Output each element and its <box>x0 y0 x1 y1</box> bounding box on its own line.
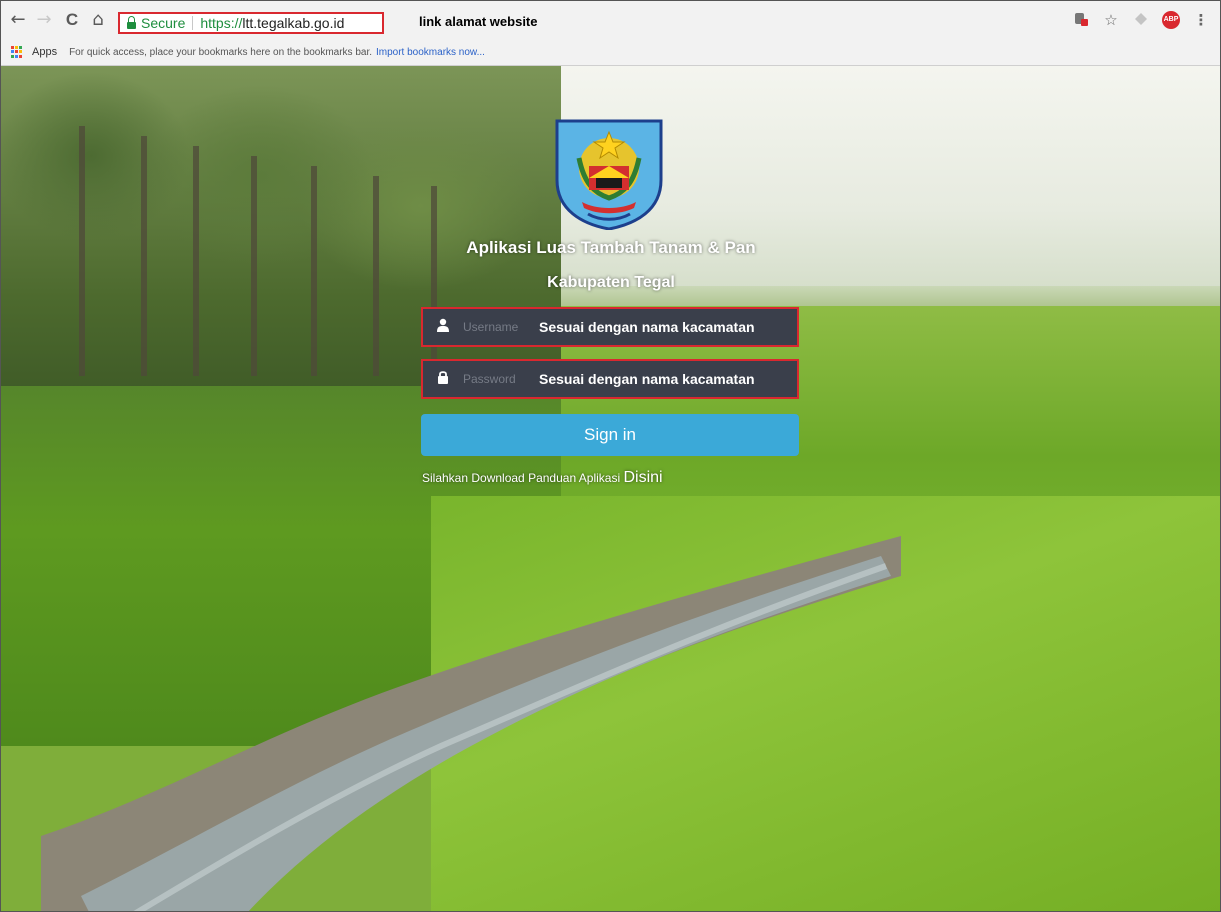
username-placeholder: Username <box>463 320 519 334</box>
page-content: Aplikasi Luas Tambah Tanam & Pan Kabupat… <box>1 66 1220 911</box>
kabupaten-tegal-logo <box>555 119 663 230</box>
toolbar-right-icons: ☆ ABP ⋮ <box>1072 11 1210 29</box>
background-tree-trunk <box>373 176 379 376</box>
url-protocol: https:// <box>200 15 243 31</box>
app-subtitle: Kabupaten Tegal <box>547 274 675 291</box>
apps-label[interactable]: Apps <box>32 46 57 58</box>
address-bar[interactable]: Secure https://ltt.tegalkab.go.id <box>118 12 384 34</box>
background-tree-trunk <box>193 146 199 376</box>
adblock-icon[interactable]: ABP <box>1162 11 1180 29</box>
home-icon[interactable]: ⌂ <box>87 9 109 31</box>
back-icon[interactable]: ← <box>7 9 29 31</box>
browser-toolbar: ← → C ⌂ Secure https://ltt.tegalkab.go.i… <box>1 1 1220 40</box>
username-field[interactable]: Username Sesuai dengan nama kacamatan <box>421 307 799 347</box>
forward-icon[interactable]: → <box>33 9 55 31</box>
address-separator <box>192 16 194 30</box>
extension-grey-icon[interactable] <box>1132 11 1150 29</box>
app-title: Aplikasi Luas Tambah Tanam & Pan <box>466 238 756 257</box>
background-tree-trunk <box>141 136 147 376</box>
browser-window: ← → C ⌂ Secure https://ltt.tegalkab.go.i… <box>0 0 1221 912</box>
download-link[interactable]: Disini <box>623 469 662 486</box>
password-field[interactable]: Password Sesuai dengan nama kacamatan <box>421 359 799 399</box>
user-icon <box>423 318 463 336</box>
background-stream <box>41 536 901 911</box>
password-note: Sesuai dengan nama kacamatan <box>539 371 755 387</box>
star-icon[interactable]: ☆ <box>1102 11 1120 29</box>
reload-icon[interactable]: C <box>61 9 83 31</box>
sign-in-button[interactable]: Sign in <box>421 414 799 456</box>
password-placeholder: Password <box>463 372 516 386</box>
apps-icon[interactable] <box>11 46 23 58</box>
background-tree-trunk <box>79 126 85 376</box>
lock-icon <box>423 370 463 388</box>
download-text: Silahkan Download Panduan Aplikasi <box>422 471 621 485</box>
username-note: Sesuai dengan nama kacamatan <box>539 319 755 335</box>
lock-icon <box>127 15 136 29</box>
import-bookmarks-link[interactable]: Import bookmarks now... <box>376 47 485 58</box>
menu-icon[interactable]: ⋮ <box>1192 11 1210 29</box>
bookmarks-message: For quick access, place your bookmarks h… <box>69 46 372 58</box>
annotation-label: link alamat website <box>419 14 538 29</box>
extension-icon[interactable] <box>1072 11 1090 29</box>
url-host: ltt.tegalkab.go.id <box>242 15 345 31</box>
secure-label: Secure <box>141 15 186 31</box>
bookmarks-bar: Apps For quick access, place your bookma… <box>1 39 1220 66</box>
download-guide-text: Silahkan Download Panduan Aplikasi Disin… <box>422 469 663 487</box>
background-tree-trunk <box>251 156 257 376</box>
background-tree-trunk <box>311 166 317 376</box>
